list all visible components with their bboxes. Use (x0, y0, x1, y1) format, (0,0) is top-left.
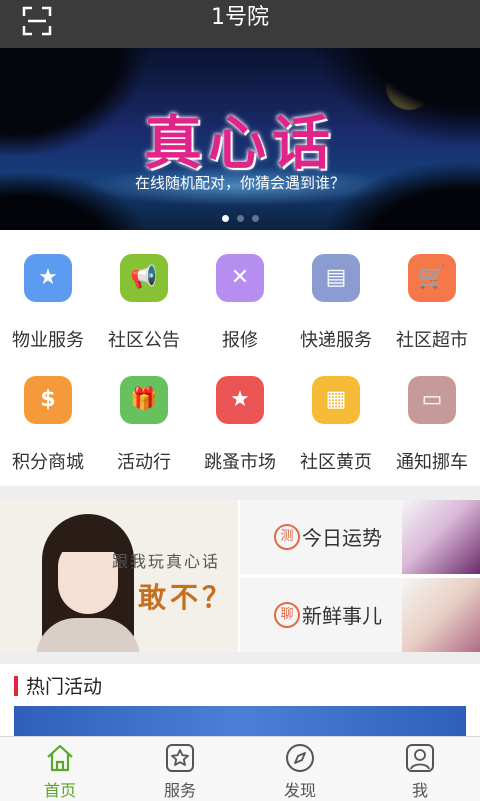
badge-icon: ★ (24, 254, 72, 302)
service-grid: ★ 物业服务 📢 社区公告 ✕ 报修 ▤ 快递服务 🛒 社区超市 $ 积分商城 🎁 活动行 ★ 跳蚤市场 ▦ 社区… (0, 230, 480, 486)
carousel-dot[interactable] (236, 215, 244, 222)
service-label: 社区超市 (396, 330, 468, 351)
news-card[interactable]: 聊 新鲜事儿 (240, 578, 480, 652)
tools-icon: ✕ (216, 254, 264, 302)
fortune-badge-icon: 测 (274, 524, 300, 550)
truth-game-promo[interactable]: 跟我玩真心话 敢不？ (0, 500, 238, 652)
carousel-dot[interactable] (251, 215, 259, 222)
service-label: 物业服务 (12, 330, 84, 351)
gift-icon: 🎁 (120, 376, 168, 424)
promo-line2: 敢不？ (138, 581, 235, 614)
news-card-art (402, 578, 480, 652)
banner-subtitle: 在线随机配对，你猜会遇到谁？ (134, 174, 345, 192)
service-label: 跳蚤市场 (204, 452, 276, 473)
service-label: 社区黄页 (300, 452, 372, 473)
service-tile[interactable]: 🛒 社区超市 (384, 242, 480, 352)
service-tile[interactable]: ▤ 快递服务 (288, 242, 384, 352)
activity-banner-image[interactable] (14, 706, 466, 736)
shopping-cart-icon: 🛒 (408, 254, 456, 302)
bottom-tab-bar: 首页 服务 发现 我 (0, 736, 480, 801)
chat-badge-icon: 聊 (274, 602, 300, 628)
tab-home-label: 首页 (43, 781, 76, 800)
coin-icon: $ (24, 376, 72, 424)
service-tile[interactable]: 📢 社区公告 (96, 242, 192, 352)
service-tile[interactable]: $ 积分商城 (0, 364, 96, 474)
tab-discover[interactable]: 发现 (240, 737, 360, 801)
carousel-dots (0, 207, 480, 226)
banner-headline: 真心话 (143, 109, 336, 177)
page-title: 1号院 (211, 5, 269, 30)
service-label: 快递服务 (300, 330, 372, 351)
service-tile[interactable]: ★ 物业服务 (0, 242, 96, 352)
service-label: 活动行 (117, 452, 171, 473)
news-label: 新鲜事儿 (302, 604, 382, 628)
horoscope-card[interactable]: 测 今日运势 (240, 500, 480, 574)
banner-carousel[interactable]: 真心话 在线随机配对，你猜会遇到谁？ (0, 48, 480, 230)
section-marker (14, 676, 18, 696)
promo-section: 跟我玩真心话 敢不？ 测 今日运势 聊 新鲜事儿 (0, 500, 480, 652)
hot-activities-title: 热门活动 (26, 676, 103, 698)
delivery-truck-icon: ▤ (312, 254, 360, 302)
user-icon (406, 744, 434, 772)
hot-activities-section: 热门活动 (0, 664, 480, 736)
tab-me[interactable]: 我 (360, 737, 480, 801)
service-tile[interactable]: ▦ 社区黄页 (288, 364, 384, 474)
compass-icon (286, 744, 314, 772)
tab-home[interactable]: 首页 (0, 737, 120, 801)
carousel-dot[interactable] (221, 215, 229, 222)
tab-discover-label: 发现 (283, 781, 316, 800)
tab-me-label: 我 (411, 781, 428, 800)
horoscope-card-art (402, 500, 480, 574)
service-label: 通知挪车 (396, 452, 468, 473)
service-label: 社区公告 (108, 330, 180, 351)
service-tile[interactable]: 🎁 活动行 (96, 364, 192, 474)
service-tile[interactable]: ★ 跳蚤市场 (192, 364, 288, 474)
horoscope-label: 今日运势 (302, 526, 382, 550)
service-tile[interactable]: ✕ 报修 (192, 242, 288, 352)
grid-icon: ▦ (312, 376, 360, 424)
bag-icon: ★ (216, 376, 264, 424)
tab-service-label: 服务 (163, 781, 196, 800)
home-icon (47, 744, 73, 772)
service-label: 报修 (222, 330, 258, 351)
car-icon: ▭ (408, 376, 456, 424)
top-bar: 1号院 (0, 0, 480, 48)
megaphone-icon: 📢 (120, 254, 168, 302)
service-tile[interactable]: ▭ 通知挪车 (384, 364, 480, 474)
tab-service[interactable]: 服务 (120, 737, 240, 801)
service-label: 积分商城 (12, 452, 84, 473)
star-icon (166, 744, 194, 772)
promo-line1: 跟我玩真心话 (112, 552, 221, 571)
